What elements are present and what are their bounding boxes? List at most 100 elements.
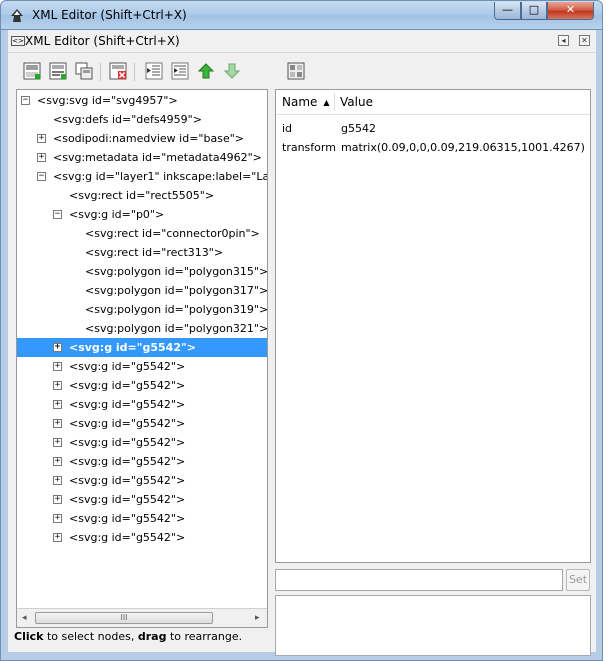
collapse-icon[interactable]: −: [21, 96, 30, 105]
tree-node-label: <svg:g id="layer1" inkscape:label="Layer: [53, 170, 267, 183]
tree-node-label: <svg:g id="g5542">: [69, 531, 186, 544]
tree-node-label: <svg:g id="g5542">: [69, 360, 186, 373]
tree-node-label: <svg:rect id="rect313">: [85, 246, 224, 259]
expand-icon[interactable]: +: [53, 419, 62, 428]
tree-node-label: <sodipodi:namedview id="base">: [53, 132, 244, 145]
attribute-name-input[interactable]: [275, 569, 563, 591]
maximize-button[interactable]: □: [521, 2, 547, 20]
tree-viewport: − <svg:svg id="svg4957"> <svg:defs id="def…: [17, 90, 267, 608]
close-dock-button[interactable]: ✕: [579, 35, 590, 46]
attribute-value-textarea[interactable]: [275, 595, 591, 656]
tree-node-label: <svg:g id="g5542">: [69, 398, 186, 411]
column-header-name[interactable]: Name ▲: [282, 95, 330, 109]
window-titlebar[interactable]: XML Editor (Shift+Ctrl+X) — □ ✕: [0, 0, 603, 30]
tree-node-label: <svg:g id="g5542">: [69, 417, 186, 430]
dialog-client: <> XML Editor (Shift+Ctrl+X) ◂ ✕ − <svg:…: [8, 30, 596, 656]
tree-node-label: <svg:polygon id="polygon315">: [85, 265, 267, 278]
expand-icon[interactable]: +: [53, 495, 62, 504]
expand-icon[interactable]: +: [53, 381, 62, 390]
column-divider: [334, 93, 335, 111]
tree-node[interactable]: + <svg:g id="g5542">: [17, 338, 267, 357]
tree-node-label: <svg:svg id="svg4957">: [37, 94, 178, 107]
set-attribute-button[interactable]: Set: [566, 569, 590, 591]
arrow-up-icon: [197, 63, 215, 79]
status-click: Click: [14, 630, 44, 643]
attribute-value: g5542: [341, 122, 376, 135]
horizontal-scrollbar[interactable]: ◂ III ▸: [17, 608, 267, 627]
delete-attribute-icon: [287, 62, 305, 80]
minimize-button[interactable]: —: [494, 2, 521, 20]
expand-icon[interactable]: +: [53, 362, 62, 371]
delete-node-icon: [109, 62, 127, 80]
expand-icon[interactable]: +: [53, 343, 62, 352]
tree-node-label: <svg:g id="g5542">: [69, 512, 186, 525]
toolbar-separator: [100, 63, 101, 81]
tree-node-label: <svg:g id="g5542">: [69, 379, 186, 392]
expand-icon[interactable]: +: [53, 476, 62, 485]
delete-attribute-button[interactable]: [286, 61, 306, 81]
close-window-button[interactable]: ✕: [547, 2, 594, 20]
attribute-table-header: Name ▲ Value: [276, 90, 590, 115]
expand-icon[interactable]: +: [37, 153, 46, 162]
tree-node-label: <svg:g id="g5542">: [69, 493, 186, 506]
window-frame: <> XML Editor (Shift+Ctrl+X) ◂ ✕ − <svg:…: [0, 30, 603, 661]
attribute-table[interactable]: Name ▲ Value id g5542 transform matrix(0.…: [275, 89, 591, 563]
attribute-toolbar: [276, 57, 596, 87]
new-text-node-icon: [49, 62, 67, 80]
attribute-row[interactable]: transform matrix(0.09,0,0,0.09,219.06315…: [276, 138, 590, 157]
attribute-value: matrix(0.09,0,0,0.09,219.06315,1001.4267…: [341, 141, 585, 154]
duplicate-node-icon: [75, 62, 93, 80]
iconify-button[interactable]: ◂: [558, 35, 569, 46]
raise-node-button[interactable]: [196, 61, 216, 81]
tree-node-label: <svg:rect id="rect5505">: [69, 189, 215, 202]
tree-node-label: <svg:defs id="defs4959">: [53, 113, 202, 126]
node-toolbar: [16, 57, 274, 87]
attribute-name: id: [282, 122, 293, 135]
indent-node-button[interactable]: [170, 61, 190, 81]
dock-header: <> XML Editor (Shift+Ctrl+X) ◂ ✕: [8, 30, 596, 53]
expand-icon[interactable]: +: [37, 134, 46, 143]
tree-node-label: <svg:g id="g5542">: [69, 455, 186, 468]
indent-icon: [171, 62, 189, 80]
duplicate-node-button[interactable]: [74, 61, 94, 81]
scrollbar-thumb[interactable]: III: [35, 612, 213, 624]
collapse-icon[interactable]: −: [53, 210, 62, 219]
column-header-value[interactable]: Value: [340, 95, 373, 109]
tree-node-label: <svg:polygon id="polygon319">: [85, 303, 267, 316]
tree-node-label: <svg:metadata id="metadata4962">: [53, 151, 262, 164]
tree-node-label: <svg:g id="p0">: [69, 208, 165, 221]
new-element-node-icon: [23, 62, 41, 80]
scroll-left-arrow-icon[interactable]: ◂: [22, 613, 27, 623]
status-text-1: to select nodes,: [43, 630, 138, 643]
expand-icon[interactable]: +: [53, 438, 62, 447]
status-text-2: to rearrange.: [166, 630, 243, 643]
lower-node-button[interactable]: [222, 61, 242, 81]
unindent-node-button[interactable]: [144, 61, 164, 81]
expand-icon[interactable]: +: [53, 514, 62, 523]
tree-node-label: <svg:g id="g5542">: [69, 474, 186, 487]
expand-icon[interactable]: +: [53, 457, 62, 466]
tree-node-label: <svg:rect id="connector0pin">: [85, 227, 260, 240]
tree-node-label: <svg:g id="g5542">: [69, 341, 196, 354]
delete-node-button[interactable]: [108, 61, 128, 81]
new-text-node-button[interactable]: [48, 61, 68, 81]
expand-icon[interactable]: +: [53, 400, 62, 409]
attribute-name: transform: [282, 141, 336, 154]
arrow-down-icon: [223, 63, 241, 79]
attribute-row[interactable]: id g5542: [276, 119, 590, 138]
dock-title: XML Editor (Shift+Ctrl+X): [25, 34, 180, 48]
window-title: XML Editor (Shift+Ctrl+X): [32, 8, 187, 22]
toolbar-separator: [134, 63, 135, 81]
unindent-icon: [145, 62, 163, 80]
xml-node-tree[interactable]: − <svg:svg id="svg4957"> <svg:defs id="def…: [16, 89, 268, 628]
expand-icon[interactable]: +: [53, 533, 62, 542]
status-bar: Click to select nodes, drag to rearrange…: [14, 630, 242, 643]
xml-editor-icon: <>: [11, 36, 25, 46]
tree-node-label: <svg:polygon id="polygon321">: [85, 322, 267, 335]
collapse-icon[interactable]: −: [37, 172, 46, 181]
scroll-right-arrow-icon[interactable]: ▸: [255, 613, 260, 623]
new-element-node-button[interactable]: [22, 61, 42, 81]
status-drag: drag: [137, 630, 167, 643]
sort-ascending-icon: ▲: [323, 98, 330, 107]
tree-node-label: <svg:g id="g5542">: [69, 436, 186, 449]
